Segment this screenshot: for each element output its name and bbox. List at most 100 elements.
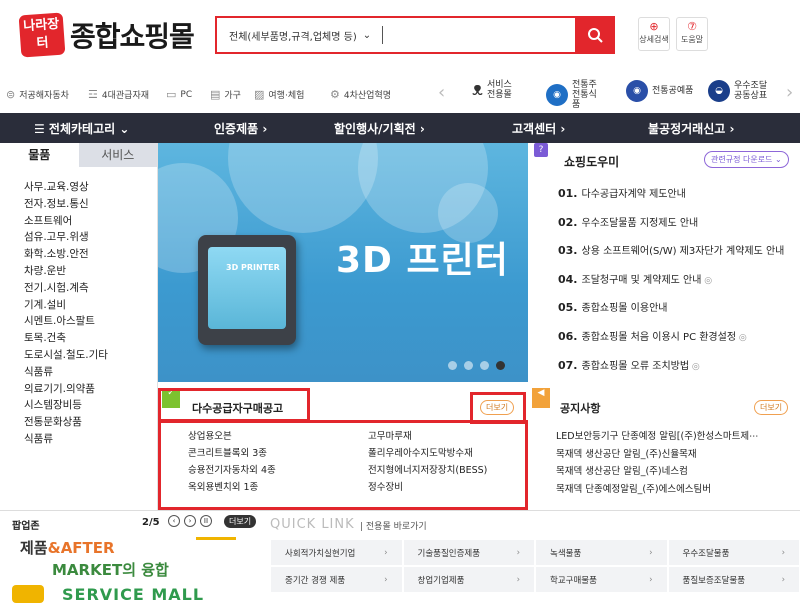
nav-certified-products[interactable]: 인증제품 › — [214, 120, 267, 137]
help-label: 도움말 — [680, 35, 704, 44]
quicklink-item[interactable]: 중기간 경쟁 제품 › — [270, 566, 403, 593]
search-button[interactable] — [575, 16, 615, 54]
quicklink-item[interactable]: 우수조달물품 › — [667, 539, 800, 566]
popupzone-counter: 2/5 — [142, 517, 160, 528]
svc-tile-label: 전통주 전통식품 — [572, 80, 597, 110]
pause-icon[interactable]: II — [200, 515, 212, 527]
zoom-icon: ⊕ — [649, 20, 659, 33]
helper-list-item[interactable]: 06. 종합쇼핑몰 처음 이용시 PC 환경설정 ◎ — [558, 330, 784, 359]
popup-zone: 팝업존 2/5 ‹ › II 더보기 제품&AFTER MARKET의 융합 S… — [0, 510, 262, 607]
notice-item[interactable]: 목재덱 생산공단 알림_(주)신율목재 — [556, 446, 759, 464]
sidebar-category-item[interactable]: 섬유.고무.위생 — [24, 229, 157, 246]
sidebar-category-item[interactable]: 시스템장비등 — [24, 397, 157, 414]
detail-search-button[interactable]: ⊕ 상세검색 — [638, 17, 670, 51]
nav-all-categories[interactable]: ☰ 전체카테고리 ⌄ — [34, 120, 129, 137]
sidebar-category-item[interactable]: 소프트웨어 — [24, 213, 157, 230]
site-logo[interactable]: 나라장터 종합쇼핑몰 — [18, 12, 195, 58]
materials-icon: ☲ — [88, 88, 98, 101]
cat-link-label: 저공해자동차 — [19, 91, 69, 101]
helper-list-item[interactable]: 05. 종합쇼핑몰 이용안내 — [558, 301, 784, 330]
helper-list-item[interactable]: 02. 우수조달물품 지정제도 안내 — [558, 216, 784, 245]
rules-download-button[interactable]: 관련규정 다운로드 ⌄ — [704, 151, 789, 168]
main-banner[interactable]: 3D PRINTER 3D 프린터 — [158, 143, 528, 382]
cat-link-label: 가구 — [224, 91, 241, 101]
pager-dot[interactable] — [448, 361, 457, 370]
helper-list-item[interactable]: 03. 상용 소프트웨어(S/W) 제3자단가 계약제도 안내 — [558, 244, 784, 273]
sidebar-category-item[interactable]: 시멘트.아스팔트 — [24, 313, 157, 330]
popupzone-more-button[interactable]: 더보기 — [224, 515, 257, 528]
tender-item[interactable]: 상업용오븐 — [188, 430, 368, 444]
search-scope-select[interactable]: 전체(세부품명,규격,업체명 등) ⌄ — [217, 28, 382, 43]
strip-next-arrow[interactable]: › — [786, 82, 793, 103]
picture-icon: ▨ — [254, 88, 265, 101]
tender-item[interactable]: 옥외용벤치외 1종 — [188, 481, 368, 495]
next-icon[interactable]: › — [184, 515, 196, 527]
sidebar-category-item[interactable]: 의료기기.의약품 — [24, 381, 157, 398]
tender-list: 상업용오븐 고무마루재 콘크리트블록외 3종 폴리우레아수지도막방수재 승용전기자동차외… — [188, 430, 548, 495]
helper-title: 쇼핑도우미 — [564, 155, 620, 169]
helper-list-item[interactable]: 04. 조달청구매 및 계약제도 안내 ◎ — [558, 273, 784, 302]
tab-services[interactable]: 서비스 — [78, 143, 157, 167]
quicklink-item[interactable]: 녹색물품 › — [535, 539, 668, 566]
sidebar-category-item[interactable]: 전통문화상품 — [24, 414, 157, 431]
link-icon: ◎ — [701, 275, 713, 286]
quicklink-item[interactable]: 품질보증조달물품 › — [667, 566, 800, 593]
sidebar-category-item[interactable]: 토목.건축 — [24, 330, 157, 347]
sidebar-category-item[interactable]: 사무.교육.영상 — [24, 179, 157, 196]
quicklink-item[interactable]: 사회적가치실현기업 › — [270, 539, 403, 566]
sidebar-category-item[interactable]: 도로시설.철도.기타 — [24, 347, 157, 364]
sidebar-category-item[interactable]: 화학.소방.안전 — [24, 246, 157, 263]
sidebar-category-item[interactable]: 차량.운반 — [24, 263, 157, 280]
quicklink-label: 중기간 경쟁 제품 — [285, 575, 346, 586]
cat-link-pc[interactable]: ▭ PC — [166, 88, 192, 101]
popupzone-banner[interactable]: 제품&AFTER MARKET의 융합 SERVICE MALL — [12, 531, 262, 607]
popup-line1: 제품&AFTER — [20, 537, 115, 558]
notice-item[interactable]: 목재덱 단종예정알림_(주)에스에스팀버 — [556, 481, 759, 499]
sidebar-category-item[interactable]: 전자.정보.통신 — [24, 196, 157, 213]
sidebar-category-item[interactable]: 전기.시험.계측 — [24, 280, 157, 297]
svc-tile-procurement-brand[interactable]: ◒ 우수조달 공동상표 — [708, 80, 770, 102]
tender-item[interactable]: 폴리우레아수지도막방수재 — [368, 447, 548, 461]
logo-text: 종합쇼핑몰 — [70, 20, 195, 53]
prev-icon[interactable]: ‹ — [168, 515, 180, 527]
tender-item[interactable]: 승용전기자동차외 4종 — [188, 464, 368, 478]
cat-link-furniture[interactable]: ▤ 가구 — [210, 88, 241, 101]
tab-goods[interactable]: 물품 — [0, 143, 79, 167]
helper-item-number: 07. — [558, 358, 578, 372]
search-icon — [588, 28, 603, 43]
cat-link-materials[interactable]: ☲ 4대관급자재 — [88, 88, 149, 101]
strip-prev-arrow[interactable]: ‹ — [438, 82, 445, 103]
svc-tile-traditional-food[interactable]: ◉ 전통주 전통식품 — [546, 80, 602, 110]
cat-link-industry[interactable]: ⚙ 4차산업혁명 — [330, 88, 391, 101]
helper-list-item[interactable]: 01. 다수공급자계약 제도안내 — [558, 187, 784, 216]
sidebar-category-item[interactable]: 기계.설비 — [24, 297, 157, 314]
tender-item[interactable]: 정수장비 — [368, 481, 548, 495]
pager-dot[interactable] — [480, 361, 489, 370]
search-input[interactable] — [383, 20, 575, 50]
nav-unfair-trade-report[interactable]: 불공정거래신고 › — [648, 120, 734, 137]
nav-customer-center[interactable]: 고객센터 › — [512, 120, 565, 137]
tender-item[interactable]: 고무마루재 — [368, 430, 548, 444]
quicklink-item[interactable]: 기술품질인증제품 › — [402, 539, 535, 566]
notice-panel: ◀ 공지사항 더보기 LED보안등기구 단종예정 알림[(주)한성스마트제⋯ 목재… — [528, 384, 800, 510]
svc-tile-crafts[interactable]: ◉ 전통공예품 — [626, 80, 693, 102]
helper-list-item[interactable]: 07. 종합쇼핑몰 오류 조치방법 ◎ — [558, 359, 784, 388]
quicklink-item[interactable]: 학교구매물품 › — [535, 566, 668, 593]
tender-item[interactable]: 전지형에너지저장장치(BESS) — [368, 464, 548, 478]
notice-item[interactable]: 목재덱 생산공단 알림_(주)네스컴 — [556, 463, 759, 481]
notice-more-button[interactable]: 더보기 — [754, 400, 789, 415]
cat-link-eco-car[interactable]: ⊜ 저공해자동차 — [6, 88, 69, 101]
notice-item[interactable]: LED보안등기구 단종예정 알림[(주)한성스마트제⋯ — [556, 428, 759, 446]
cat-link-travel[interactable]: ▨ 여행·체험 — [254, 88, 304, 101]
tender-item[interactable]: 콘크리트블록외 3종 — [188, 447, 368, 461]
sidebar-category-item[interactable]: 식품류 — [24, 431, 157, 448]
help-button[interactable]: ⑦ 도움말 — [676, 17, 708, 51]
quicklink-item[interactable]: 창업기업제품 › — [402, 566, 535, 593]
pager-dot[interactable] — [464, 361, 473, 370]
sidebar-category-item[interactable]: 식품류 — [24, 364, 157, 381]
nav-sales-events[interactable]: 할인행사/기획전 › — [334, 120, 425, 137]
svc-tile-service-mall[interactable]: ᴥ 서비스 전용몰 — [472, 80, 515, 100]
tender-more-button[interactable]: 더보기 — [480, 400, 515, 415]
quicklink-subtitle: | 전용몰 바로가기 — [360, 522, 427, 532]
pager-dot-active[interactable] — [496, 361, 505, 370]
